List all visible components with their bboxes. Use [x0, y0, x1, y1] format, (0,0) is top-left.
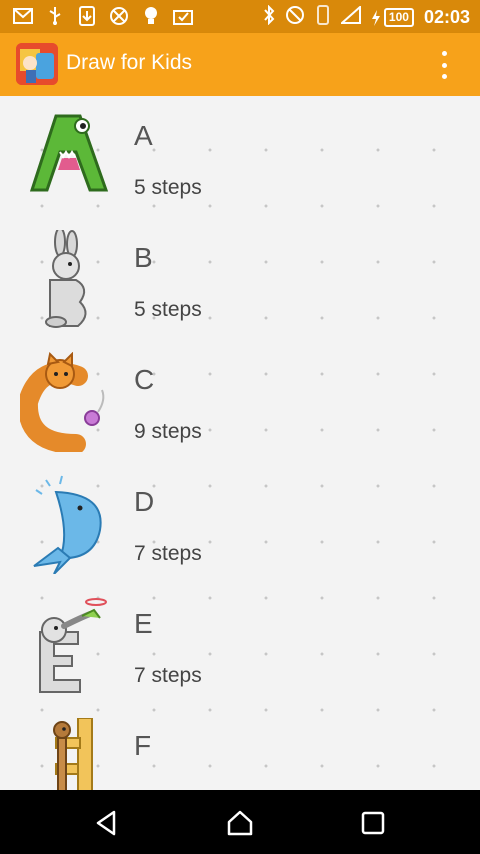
lesson-steps: 7 steps — [134, 542, 202, 565]
status-bar: 100 02:03 — [0, 0, 480, 33]
giraffe-f-icon — [20, 717, 114, 790]
lesson-row-b[interactable]: B 5 steps — [0, 218, 480, 340]
lesson-letter: F — [134, 730, 152, 761]
lesson-row-f[interactable]: F — [0, 706, 480, 790]
download-icon — [76, 5, 98, 27]
recents-icon[interactable] — [358, 808, 388, 838]
lesson-list[interactable]: A 5 steps B 5 steps C 9 steps D 7 steps … — [0, 96, 480, 790]
crocodile-a-icon — [20, 108, 114, 208]
lesson-steps: 9 steps — [134, 420, 202, 443]
clock: 02:03 — [423, 7, 470, 27]
lesson-row-c[interactable]: C 9 steps — [0, 340, 480, 462]
lesson-row-e[interactable]: E 7 steps — [0, 584, 480, 706]
gmail-icon — [12, 5, 34, 27]
idea-icon — [140, 5, 162, 27]
rabbit-b-icon — [20, 227, 114, 330]
lesson-steps: 7 steps — [134, 664, 202, 687]
lesson-letter: E — [134, 608, 153, 639]
lesson-row-a[interactable]: A 5 steps — [0, 96, 480, 218]
app-bar: Draw for Kids — [0, 33, 480, 96]
lesson-steps: 5 steps — [134, 298, 202, 321]
lesson-letter: C — [134, 364, 155, 395]
lesson-letter: D — [134, 486, 155, 517]
lesson-steps: 5 steps — [134, 176, 202, 199]
signal-icon — [339, 4, 361, 29]
battery-level: 100 — [383, 8, 414, 27]
notification-icons — [12, 5, 194, 27]
system-icons: 100 02:03 — [263, 4, 470, 30]
back-icon[interactable] — [92, 808, 122, 838]
dolphin-d-icon — [20, 474, 114, 575]
menu-dot — [441, 51, 447, 56]
blocked-icon — [285, 5, 305, 30]
dnd-icon — [108, 5, 130, 27]
lesson-row-d[interactable]: D 7 steps — [0, 462, 480, 584]
vibrate-icon — [315, 5, 331, 30]
inbox-icon — [172, 5, 194, 27]
elephant-e-icon — [20, 596, 114, 696]
bluetooth-icon — [263, 4, 275, 30]
battery-icon: 100 — [371, 8, 414, 27]
menu-dot — [441, 74, 447, 79]
overflow-menu-button[interactable] — [432, 51, 456, 79]
cat-c-icon — [17, 351, 114, 454]
home-icon[interactable] — [225, 808, 255, 838]
navigation-bar — [0, 790, 480, 854]
app-title: Draw for Kids — [66, 51, 193, 74]
app-logo-icon — [16, 43, 58, 85]
lesson-letter: B — [134, 242, 153, 273]
menu-dot — [441, 62, 447, 68]
usb-icon — [44, 5, 66, 27]
lesson-letter: A — [134, 120, 153, 151]
